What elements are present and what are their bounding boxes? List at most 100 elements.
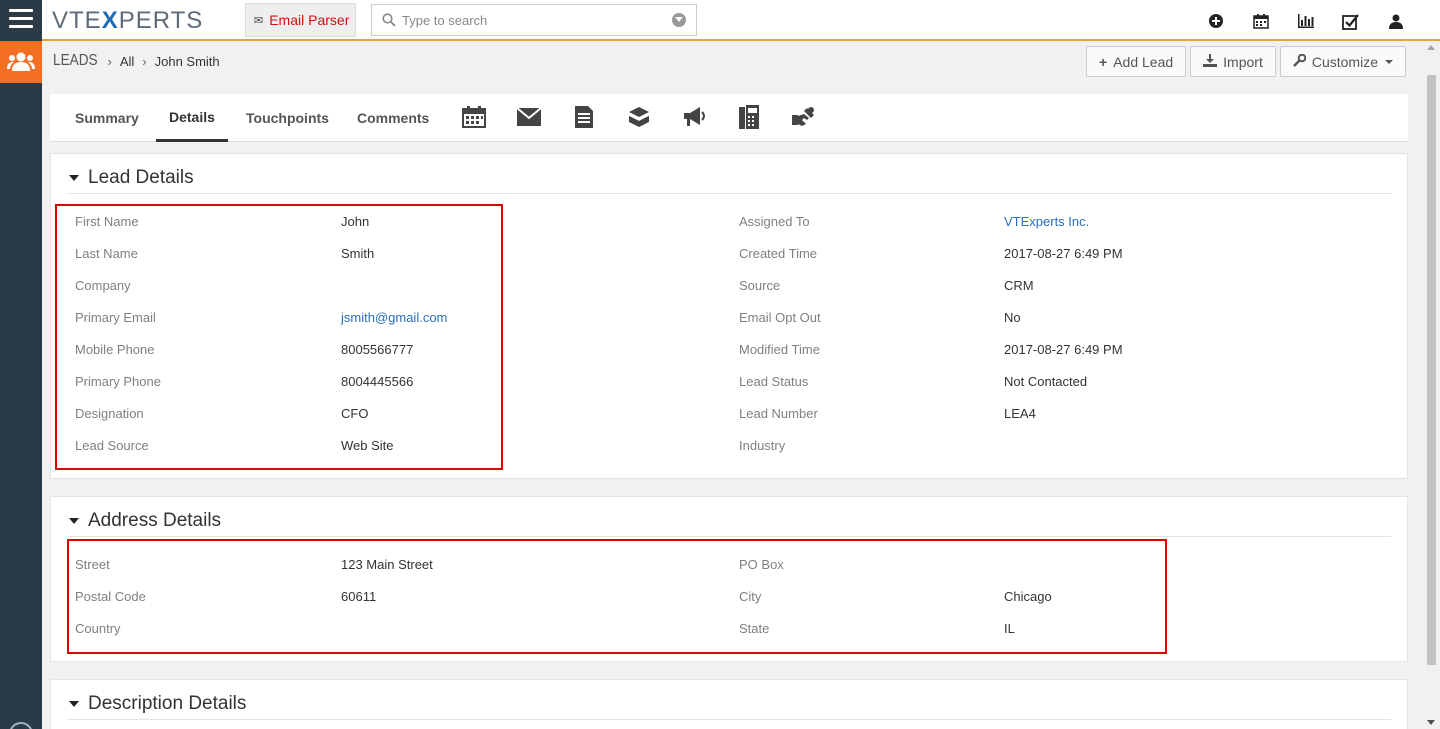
envelope-icon[interactable] [516, 104, 542, 130]
field-label: State [739, 621, 770, 636]
logo-text-a: VTE [52, 7, 102, 34]
field-label: Mobile Phone [75, 342, 155, 357]
rail-bottom-icon[interactable] [9, 722, 33, 729]
tab-comments-label: Comments [357, 110, 430, 126]
add-lead-label: Add Lead [1113, 53, 1174, 70]
calendar-icon[interactable] [1238, 10, 1283, 32]
field-value-mobile-phone[interactable]: 8005566777 [341, 342, 413, 357]
field-label: Lead Number [739, 406, 818, 421]
tasks-checkbox-icon[interactable] [1328, 10, 1373, 32]
menu-hamburger-icon[interactable] [9, 9, 33, 29]
user-icon[interactable] [1373, 10, 1418, 32]
caret-down-icon [69, 174, 79, 181]
address-details-title: Address Details [88, 509, 222, 531]
add-circle-icon[interactable] [1193, 10, 1238, 32]
field-value-created-time: 2017-08-27 6:49 PM [1004, 246, 1123, 261]
top-bar: VTEXPERTS ✉ Email Parser Type to search [42, 0, 1440, 41]
record-tabs: Summary Details Touchpoints Comments [50, 94, 1408, 142]
field-label: City [739, 589, 762, 604]
document-icon[interactable] [571, 104, 597, 130]
envelope-icon: ✉ [254, 14, 264, 27]
logo-text-x: X [101, 7, 119, 34]
caret-down-icon [69, 700, 79, 707]
import-label: Import [1223, 53, 1263, 70]
scroll-up-icon[interactable] [1427, 45, 1435, 50]
description-details-header[interactable]: Description Details [67, 688, 1391, 720]
address-details-header[interactable]: Address Details [67, 505, 1391, 537]
field-label: Source [739, 278, 781, 293]
tab-details[interactable]: Details [156, 94, 228, 142]
field-value-postal-code[interactable]: 60611 [341, 589, 376, 604]
chevron-right-icon: › [142, 53, 147, 69]
plus-icon: + [1099, 53, 1108, 70]
field-label: Designation [75, 406, 144, 421]
lead-details-header[interactable]: Lead Details [67, 162, 1391, 194]
search-icon [382, 13, 396, 27]
field-value-state[interactable]: IL [1004, 621, 1015, 636]
field-label: Created Time [739, 246, 818, 261]
email-parser-button[interactable]: ✉ Email Parser [245, 3, 356, 37]
breadcrumb-record: John Smith [154, 53, 220, 69]
field-value-lead-number: LEA4 [1004, 406, 1036, 421]
field-value-primary-phone[interactable]: 8004445566 [341, 374, 413, 389]
field-label: Company [75, 278, 131, 293]
caret-down-icon [69, 517, 79, 524]
field-value-lead-status[interactable]: Not Contacted [1004, 374, 1087, 389]
field-label: Industry [739, 438, 786, 453]
scroll-down-icon[interactable] [1427, 720, 1435, 725]
field-value-primary-email[interactable]: jsmith@gmail.com [341, 310, 447, 325]
wrench-icon [1292, 53, 1307, 70]
lead-details-block: Lead Details First Name John Last Name S… [50, 153, 1408, 479]
tab-touchpoints[interactable]: Touchpoints [246, 94, 329, 142]
field-value-street[interactable]: 123 Main Street [341, 557, 433, 572]
field-value-modified-time: 2017-08-27 6:49 PM [1004, 342, 1123, 357]
search-placeholder: Type to search [402, 12, 488, 28]
tab-details-label: Details [169, 108, 215, 125]
import-button[interactable]: Import [1190, 46, 1276, 77]
field-label: Last Name [75, 246, 138, 261]
lead-details-title: Lead Details [88, 166, 194, 188]
box-icon[interactable] [626, 104, 652, 130]
description-details-title: Description Details [88, 692, 247, 714]
field-label: Street [75, 557, 110, 572]
tab-summary[interactable]: Summary [75, 94, 139, 142]
search-dropdown-icon[interactable] [672, 13, 686, 27]
handshake-icon[interactable] [791, 104, 817, 130]
reports-icon[interactable] [1283, 10, 1328, 32]
field-label: Lead Status [739, 374, 809, 389]
tab-touchpoints-label: Touchpoints [246, 110, 329, 126]
field-label: Postal Code [75, 589, 146, 604]
logo-text-b: PERTS [118, 7, 204, 34]
megaphone-icon[interactable] [681, 104, 707, 130]
field-value-last-name[interactable]: Smith [341, 246, 374, 261]
leads-module-icon[interactable] [0, 41, 42, 83]
field-label: Country [75, 621, 121, 636]
field-value-designation[interactable]: CFO [341, 406, 368, 421]
tab-summary-label: Summary [75, 110, 139, 126]
page-actions: + Add Lead Import Customize [1086, 46, 1406, 77]
vtexperts-logo[interactable]: VTEXPERTS [52, 7, 203, 35]
top-icons [1193, 10, 1418, 32]
address-details-block: Address Details Street 123 Main Street P… [50, 496, 1408, 662]
field-label: Lead Source [75, 438, 149, 453]
field-label: Primary Phone [75, 374, 161, 389]
add-lead-button[interactable]: + Add Lead [1086, 46, 1187, 77]
page-scrollbar[interactable] [1423, 41, 1440, 729]
field-value-email-opt-out[interactable]: No [1004, 310, 1021, 325]
field-value-lead-source[interactable]: Web Site [341, 438, 394, 453]
download-icon [1203, 53, 1218, 70]
scrollbar-thumb[interactable] [1427, 75, 1436, 665]
field-label: First Name [75, 214, 139, 229]
field-value-city[interactable]: Chicago [1004, 589, 1052, 604]
phone-icon[interactable] [736, 104, 762, 130]
field-value-assigned-to[interactable]: VTExperts Inc. [1004, 214, 1089, 229]
breadcrumb-module[interactable]: LEADS [53, 52, 98, 70]
search-input[interactable]: Type to search [371, 4, 697, 36]
customize-button[interactable]: Customize [1279, 46, 1406, 77]
field-value-first-name[interactable]: John [341, 214, 369, 229]
calendar-icon[interactable] [461, 104, 487, 130]
tab-comments[interactable]: Comments [357, 94, 429, 142]
field-label: Modified Time [739, 342, 820, 357]
breadcrumb-filter[interactable]: All [120, 54, 134, 69]
field-label: Primary Email [75, 310, 156, 325]
